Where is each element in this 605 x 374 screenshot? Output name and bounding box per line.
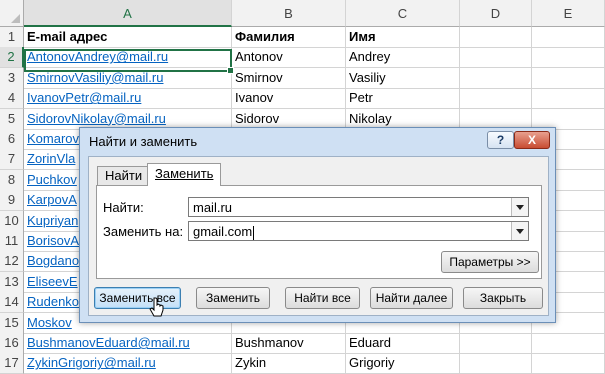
replace-input-value: gmail.com (193, 224, 255, 240)
replace-label: Заменить на: (103, 224, 184, 239)
cell-empty[interactable] (460, 333, 532, 354)
cell-empty[interactable] (460, 353, 532, 374)
cell-last[interactable]: Antonov (232, 47, 346, 69)
help-button[interactable]: ? (487, 131, 514, 149)
cell-empty[interactable] (532, 88, 605, 110)
cell-email[interactable]: ZykinGrigoriy@mail.ru (24, 353, 232, 374)
cell-last[interactable]: Zykin (232, 353, 346, 374)
column-header-e[interactable]: E (532, 0, 605, 27)
cell-email[interactable]: E-mail адрес (24, 27, 232, 48)
row-header[interactable]: 13 (0, 271, 24, 293)
replace-all-button[interactable]: Заменить все (94, 287, 181, 309)
select-all-corner[interactable] (0, 0, 24, 27)
cell-email[interactable]: IvanovPetr@mail.ru (24, 88, 232, 110)
cell-last[interactable]: Smirnov (232, 67, 346, 89)
cell-empty[interactable] (532, 333, 605, 354)
cell-email[interactable]: BushmanovEduard@mail.ru (24, 333, 232, 354)
replace-button[interactable]: Заменить (196, 287, 270, 309)
row-header[interactable]: 9 (0, 190, 24, 212)
row-header[interactable]: 2 (0, 47, 24, 69)
row-header[interactable]: 4 (0, 88, 24, 110)
row-header[interactable]: 6 (0, 129, 24, 150)
row-header[interactable]: 7 (0, 149, 24, 171)
column-header-c[interactable]: C (346, 0, 460, 27)
options-button[interactable]: Параметры >> (441, 251, 539, 273)
cell-empty[interactable] (460, 67, 532, 89)
cell-last[interactable]: Ivanov (232, 88, 346, 110)
tab-replace-label: Заменить (155, 166, 214, 181)
row-header[interactable]: 5 (0, 108, 24, 130)
find-input-value: mail.ru (193, 200, 233, 215)
row-header[interactable]: 12 (0, 251, 24, 273)
dialog-title: Найти и заменить (89, 134, 198, 149)
replace-input[interactable]: gmail.com (188, 221, 529, 241)
dialog-panel: Найти Заменить Найти: mail.ru Заменить н… (88, 156, 549, 316)
cell-first[interactable]: Имя (346, 27, 460, 48)
row-header[interactable]: 11 (0, 231, 24, 252)
row-header[interactable]: 16 (0, 333, 24, 354)
cell-first[interactable]: Petr (346, 88, 460, 110)
cell-first[interactable]: Eduard (346, 333, 460, 354)
cell-empty[interactable] (532, 27, 605, 48)
cell-first[interactable]: Vasiliy (346, 67, 460, 89)
cell-empty[interactable] (532, 67, 605, 89)
row-header[interactable]: 17 (0, 353, 24, 374)
cell-last[interactable]: Фамилия (232, 27, 346, 48)
cell-empty[interactable] (460, 27, 532, 48)
cell-empty[interactable] (532, 353, 605, 374)
row-header[interactable]: 14 (0, 292, 24, 314)
close-icon[interactable]: X (514, 131, 550, 149)
tab-replace[interactable]: Заменить (147, 163, 222, 186)
cell-empty[interactable] (532, 47, 605, 69)
mouse-pointer-icon (149, 297, 164, 317)
find-input[interactable]: mail.ru (188, 197, 529, 217)
row-header[interactable]: 1 (0, 27, 24, 48)
active-cell-selection (24, 49, 234, 74)
find-replace-dialog: Найти и заменить ? X Найти Заменить Найт… (79, 127, 556, 323)
replace-dropdown-icon[interactable] (511, 222, 528, 240)
column-header-b[interactable]: B (232, 0, 346, 27)
find-next-button[interactable]: Найти далее (370, 287, 453, 309)
cell-first[interactable]: Grigoriy (346, 353, 460, 374)
row-header[interactable]: 15 (0, 312, 24, 334)
row-header[interactable]: 3 (0, 67, 24, 89)
column-header-d[interactable]: D (460, 0, 532, 27)
cell-empty[interactable] (460, 47, 532, 69)
row-header[interactable]: 8 (0, 169, 24, 191)
text-caret (253, 225, 255, 240)
cell-empty[interactable] (460, 88, 532, 110)
cell-first[interactable]: Andrey (346, 47, 460, 69)
close-button[interactable]: Закрыть (463, 287, 543, 309)
find-dropdown-icon[interactable] (511, 198, 528, 216)
tab-content: Найти: mail.ru Заменить на: gmail.com Па… (96, 185, 542, 279)
column-header-a[interactable]: A (24, 0, 232, 27)
row-header[interactable]: 10 (0, 210, 24, 232)
find-all-button[interactable]: Найти все (285, 287, 360, 309)
tab-find[interactable]: Найти (97, 166, 151, 185)
cell-last[interactable]: Bushmanov (232, 333, 346, 354)
find-label: Найти: (103, 200, 144, 215)
